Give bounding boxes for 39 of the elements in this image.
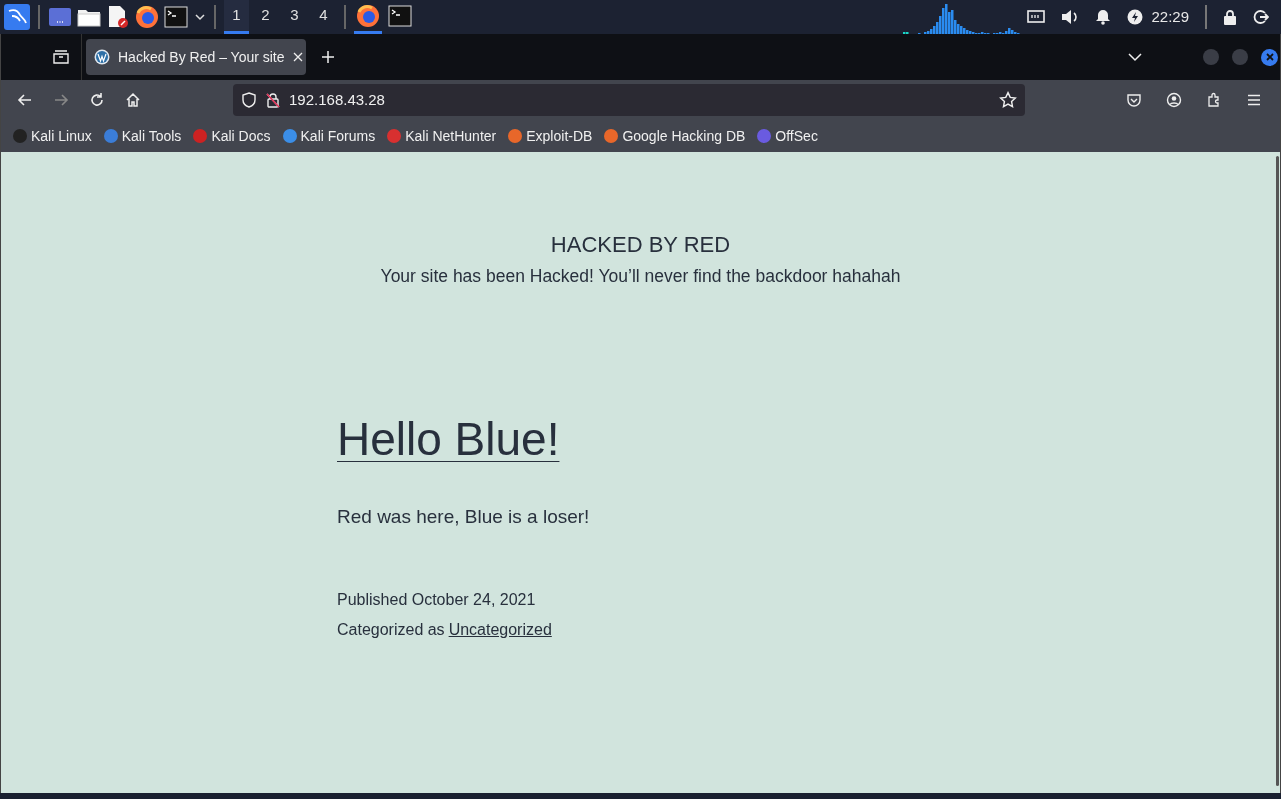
- workspace-button[interactable]: 2: [252, 0, 278, 34]
- address-bar[interactable]: 192.168.43.28: [233, 84, 1025, 116]
- bookmark-link[interactable]: Kali Linux: [13, 125, 92, 147]
- workspace-button[interactable]: 1: [223, 0, 249, 34]
- bell-icon[interactable]: [1095, 9, 1112, 25]
- browser-tab[interactable]: Hacked By Red – Your site: [86, 39, 306, 75]
- close-window-button[interactable]: [1261, 48, 1278, 66]
- insecure-lock-icon: [265, 92, 281, 108]
- scrollbar-thumb[interactable]: [1276, 156, 1279, 786]
- url-text: 192.168.43.28: [289, 89, 386, 110]
- shield-icon: [241, 92, 257, 108]
- kali-dragon-icon[interactable]: [4, 2, 30, 32]
- clock-text[interactable]: 22:29: [1151, 5, 1189, 29]
- wordpress-logo-icon: [94, 49, 110, 65]
- post-title-link[interactable]: Hello Blue!: [337, 413, 560, 466]
- logout-icon[interactable]: [1253, 9, 1269, 25]
- bookmark-link[interactable]: Kali NetHunter: [387, 125, 497, 147]
- workspace-button[interactable]: 4: [310, 0, 336, 34]
- bookmark-link[interactable]: Kali Docs: [193, 125, 271, 147]
- close-icon: [1265, 53, 1274, 61]
- network-icon[interactable]: [1027, 9, 1046, 25]
- workspace-button[interactable]: 3: [281, 0, 307, 34]
- bookmark-link[interactable]: Kali Forums: [282, 125, 376, 147]
- category-label: Categorized as: [337, 619, 445, 640]
- bookmark-link[interactable]: Google Hacking DB: [604, 125, 746, 147]
- bookmark-link[interactable]: OffSec: [757, 125, 818, 147]
- site-title[interactable]: HACKED BY RED: [550, 232, 731, 258]
- bookmark-link[interactable]: Kali Tools: [103, 125, 182, 147]
- volume-icon[interactable]: [1061, 9, 1080, 25]
- bookmark-link[interactable]: Exploit-DB: [508, 125, 593, 147]
- category-link[interactable]: Uncategorized: [448, 617, 552, 642]
- site-tagline: Your site has been Hacked! You’ll never find the backdoor hahahah: [380, 265, 901, 288]
- close-tab-icon[interactable]: [292, 52, 303, 62]
- post-date: Published October 24, 2021: [337, 589, 536, 610]
- lock-icon[interactable]: [1223, 9, 1237, 25]
- post-text: Red was here, Blue is a loser!: [337, 505, 590, 530]
- tab-title: Hacked By Red – Your site: [118, 47, 285, 67]
- power-charge-icon[interactable]: [1127, 9, 1144, 25]
- star-icon[interactable]: [999, 91, 1017, 109]
